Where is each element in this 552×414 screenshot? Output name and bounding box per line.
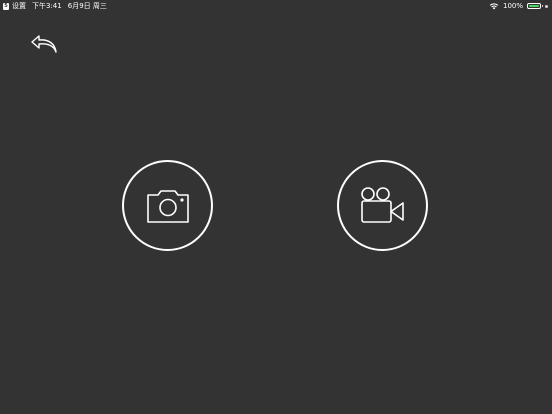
battery-icon [527,3,543,9]
status-bar: 5 设置 下午3:41 6月9日 周三 100% [0,0,552,12]
battery-percent: 100% [502,2,523,10]
camera-mode-screen: 5 设置 下午3:41 6月9日 周三 100% [0,0,552,414]
camera-icon [146,189,189,223]
wifi-icon [489,2,499,10]
charging-indicator-icon [545,4,548,8]
back-to-app-badge[interactable]: 5 [3,2,9,10]
take-photo-button[interactable] [122,160,213,251]
status-bar-left: 5 设置 下午3:41 6月9日 周三 [3,0,107,12]
status-date: 6月9日 周三 [67,2,107,10]
back-arrow-icon [31,35,57,53]
back-to-app-label[interactable]: 设置 [12,0,26,12]
back-button[interactable] [28,32,60,56]
video-camera-icon [360,186,404,223]
status-bar-right: 100% [489,0,548,12]
record-video-button[interactable] [337,160,428,251]
battery-cap [541,5,543,7]
battery-level-fill [529,5,539,7]
status-time: 下午3:41 [32,2,62,10]
